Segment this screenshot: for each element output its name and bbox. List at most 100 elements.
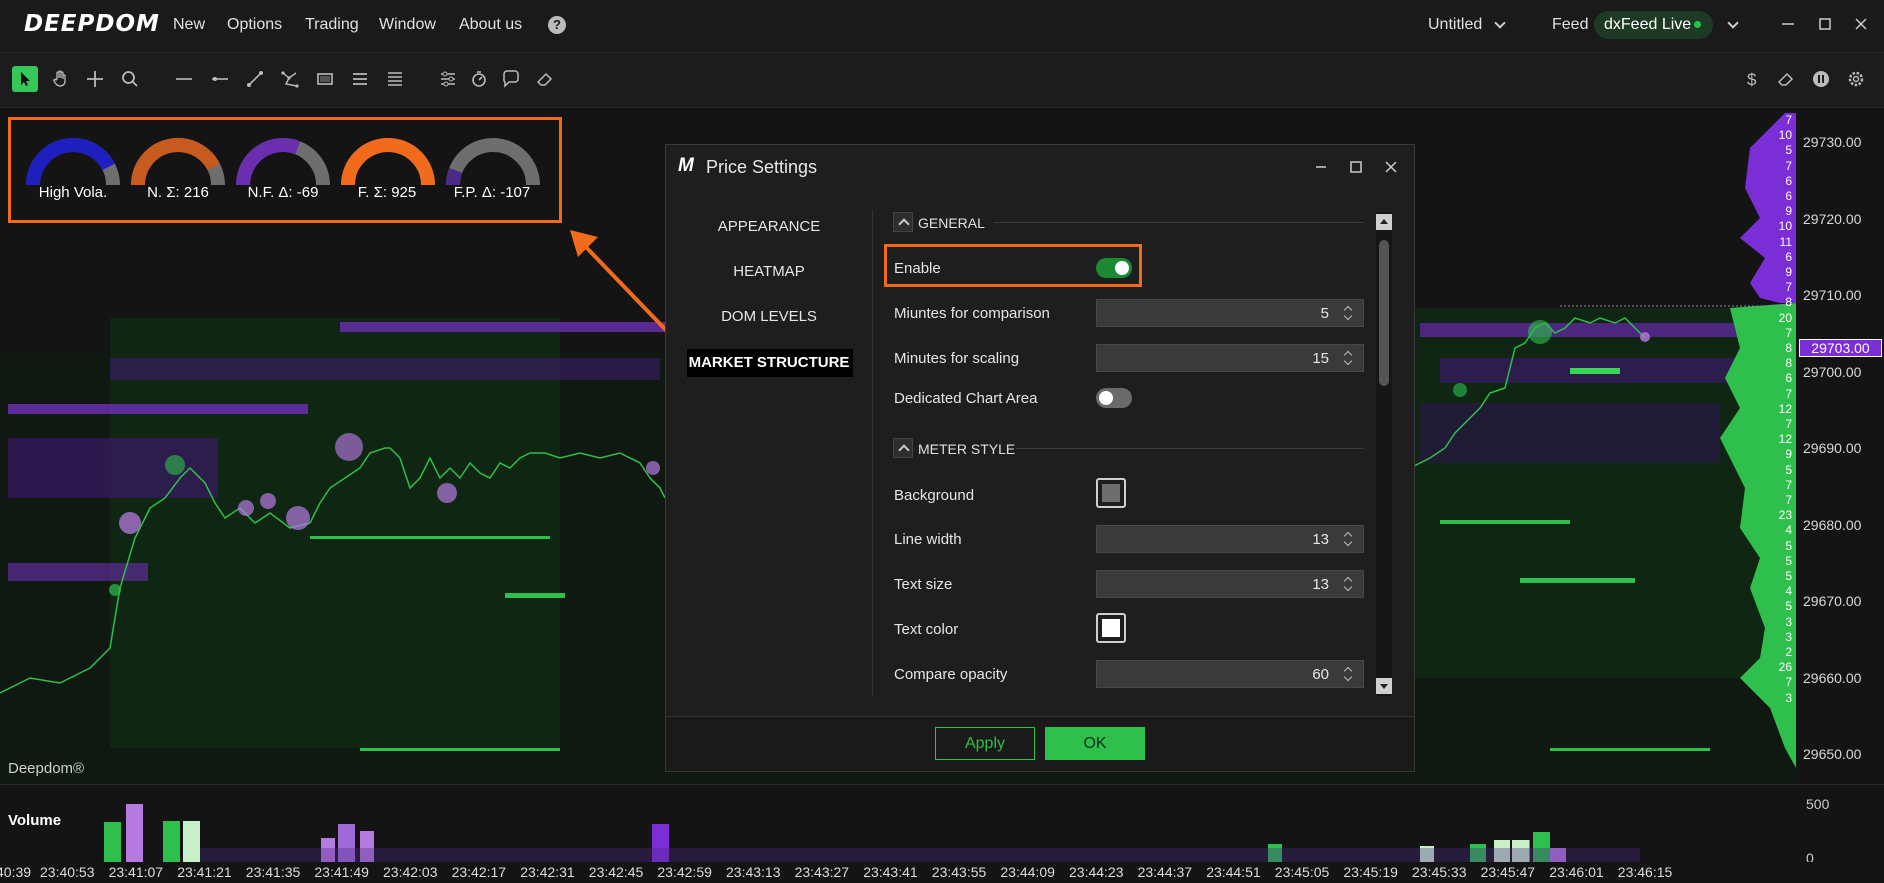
enable-toggle[interactable] bbox=[1096, 258, 1132, 278]
stepper-arrows-icon[interactable] bbox=[1343, 350, 1353, 366]
time-tick: 23:44:37 bbox=[1137, 864, 1193, 880]
comparison-stepper[interactable]: 5 bbox=[1096, 299, 1364, 327]
time-tick: 23:45:33 bbox=[1412, 864, 1467, 880]
trend-line-icon[interactable] bbox=[242, 66, 268, 92]
time-tick: 23:41:35 bbox=[245, 864, 301, 880]
horizontal-line-icon[interactable] bbox=[171, 66, 197, 92]
price-tick: 29730.00 bbox=[1803, 134, 1862, 150]
help-icon[interactable]: ? bbox=[548, 16, 566, 34]
text-size-stepper[interactable]: 13 bbox=[1096, 570, 1364, 598]
dom-volume-value: 10 bbox=[1778, 219, 1792, 234]
scroll-up-icon[interactable] bbox=[1376, 214, 1392, 230]
dom-volume-value: 7 bbox=[1785, 325, 1792, 340]
scaling-value[interactable]: 15 bbox=[1312, 350, 1329, 367]
time-tick: 23:42:03 bbox=[383, 864, 438, 880]
scaling-stepper[interactable]: 15 bbox=[1096, 344, 1364, 372]
dialog-maximize-icon[interactable] bbox=[1346, 157, 1366, 177]
dom-volume-value: 3 bbox=[1785, 629, 1792, 644]
dom-volume-value: 6 bbox=[1785, 249, 1792, 264]
dom-volume-value: 12 bbox=[1778, 401, 1792, 416]
settings-gear-icon[interactable] bbox=[1843, 66, 1869, 92]
general-collapse-chevron-icon[interactable] bbox=[893, 212, 913, 232]
ray-icon[interactable] bbox=[207, 66, 233, 92]
eraser-icon[interactable] bbox=[532, 66, 558, 92]
menu-trading[interactable]: Trading bbox=[305, 16, 359, 34]
watermark: Deepdom® bbox=[8, 760, 85, 777]
time-tick: 23:42:17 bbox=[451, 864, 507, 880]
crosshair-icon[interactable] bbox=[82, 66, 108, 92]
stepper-arrows-icon[interactable] bbox=[1343, 305, 1353, 321]
meters-group bbox=[26, 138, 540, 186]
workspace-name[interactable]: Untitled bbox=[1428, 16, 1482, 34]
stepper-arrows-icon[interactable] bbox=[1343, 666, 1353, 682]
dialog-footer bbox=[666, 716, 1414, 771]
parallel-lines-icon[interactable] bbox=[382, 66, 408, 92]
eraser-right-icon[interactable] bbox=[1773, 66, 1799, 92]
line-width-stepper[interactable]: 13 bbox=[1096, 525, 1364, 553]
time-tick: 23:43:27 bbox=[794, 864, 850, 880]
meter-fill bbox=[236, 138, 301, 186]
scroll-thumb[interactable] bbox=[1379, 240, 1389, 386]
text-color-label: Text color bbox=[894, 621, 959, 638]
close-icon[interactable] bbox=[1851, 14, 1871, 34]
nav-appearance[interactable]: APPEARANCE bbox=[687, 218, 851, 235]
comparison-value[interactable]: 5 bbox=[1321, 305, 1329, 322]
menu-options[interactable]: Options bbox=[227, 16, 282, 34]
nav-dom-levels[interactable]: DOM LEVELS bbox=[687, 308, 851, 325]
select-cursor-icon[interactable] bbox=[12, 66, 38, 92]
menu-about-us[interactable]: About us bbox=[459, 16, 522, 34]
time-tick: 40:39 bbox=[0, 864, 32, 880]
timer-icon[interactable] bbox=[466, 66, 492, 92]
dom-volume-value: 8 bbox=[1785, 295, 1792, 310]
meter-fill bbox=[341, 138, 435, 186]
text-color-swatch[interactable] bbox=[1096, 613, 1126, 643]
meter-fill bbox=[446, 167, 463, 186]
meter-label-net-sum: N. Σ: 216 bbox=[147, 184, 209, 201]
meter-fill bbox=[131, 138, 220, 186]
zoom-icon[interactable] bbox=[117, 66, 143, 92]
time-tick: 23:46:01 bbox=[1549, 864, 1604, 880]
price-tick: 29690.00 bbox=[1803, 440, 1862, 456]
text-size-value[interactable]: 13 bbox=[1312, 576, 1329, 593]
dom-volume-value: 6 bbox=[1785, 173, 1792, 188]
line-width-label: Line width bbox=[894, 531, 962, 548]
pause-icon[interactable] bbox=[1808, 66, 1834, 92]
horizontal-lines-icon[interactable] bbox=[347, 66, 373, 92]
minimize-icon[interactable] bbox=[1778, 14, 1798, 34]
background-color-swatch[interactable] bbox=[1096, 478, 1126, 508]
maximize-icon[interactable] bbox=[1815, 14, 1835, 34]
polyline-icon[interactable] bbox=[277, 66, 303, 92]
dom-volume-value: 7 bbox=[1785, 675, 1792, 690]
dedicated-area-toggle[interactable] bbox=[1096, 388, 1132, 408]
menu-window[interactable]: Window bbox=[379, 16, 436, 34]
scroll-down-icon[interactable] bbox=[1376, 678, 1392, 694]
dom-volume-value: 9 bbox=[1785, 204, 1792, 219]
opacity-value[interactable]: 60 bbox=[1312, 666, 1329, 683]
apply-button[interactable]: Apply bbox=[935, 727, 1035, 760]
feed-name: dxFeed Live bbox=[1604, 16, 1692, 33]
time-tick: 23:42:45 bbox=[588, 864, 644, 880]
ok-button[interactable]: OK bbox=[1045, 727, 1145, 760]
general-heading: GENERAL bbox=[918, 215, 985, 231]
dom-volume-value: 7 bbox=[1785, 113, 1792, 127]
meter-label-net-delta: N.F. Δ: -69 bbox=[247, 184, 319, 201]
volume-label: Volume bbox=[8, 812, 62, 829]
opacity-stepper[interactable]: 60 bbox=[1096, 660, 1364, 688]
meter-style-collapse-chevron-icon[interactable] bbox=[893, 438, 913, 458]
dialog-minimize-icon[interactable] bbox=[1311, 157, 1331, 177]
line-width-value[interactable]: 13 bbox=[1312, 531, 1329, 548]
stepper-arrows-icon[interactable] bbox=[1343, 576, 1353, 592]
dialog-close-icon[interactable] bbox=[1381, 157, 1401, 177]
settings-sliders-icon[interactable] bbox=[435, 66, 461, 92]
text-color-fill bbox=[1102, 619, 1120, 637]
dom-volume-value: 2 bbox=[1785, 645, 1792, 659]
comment-icon[interactable] bbox=[498, 66, 524, 92]
dom-volume-value: 6 bbox=[1785, 371, 1792, 386]
menu-new[interactable]: New bbox=[173, 16, 205, 34]
hand-icon[interactable] bbox=[47, 66, 73, 92]
nav-heatmap[interactable]: HEATMAP bbox=[687, 263, 851, 280]
dollar-icon[interactable]: $ bbox=[1739, 66, 1765, 92]
stepper-arrows-icon[interactable] bbox=[1343, 531, 1353, 547]
rectangle-icon[interactable] bbox=[312, 66, 338, 92]
nav-market-structure[interactable]: MARKET STRUCTURE bbox=[687, 354, 851, 371]
